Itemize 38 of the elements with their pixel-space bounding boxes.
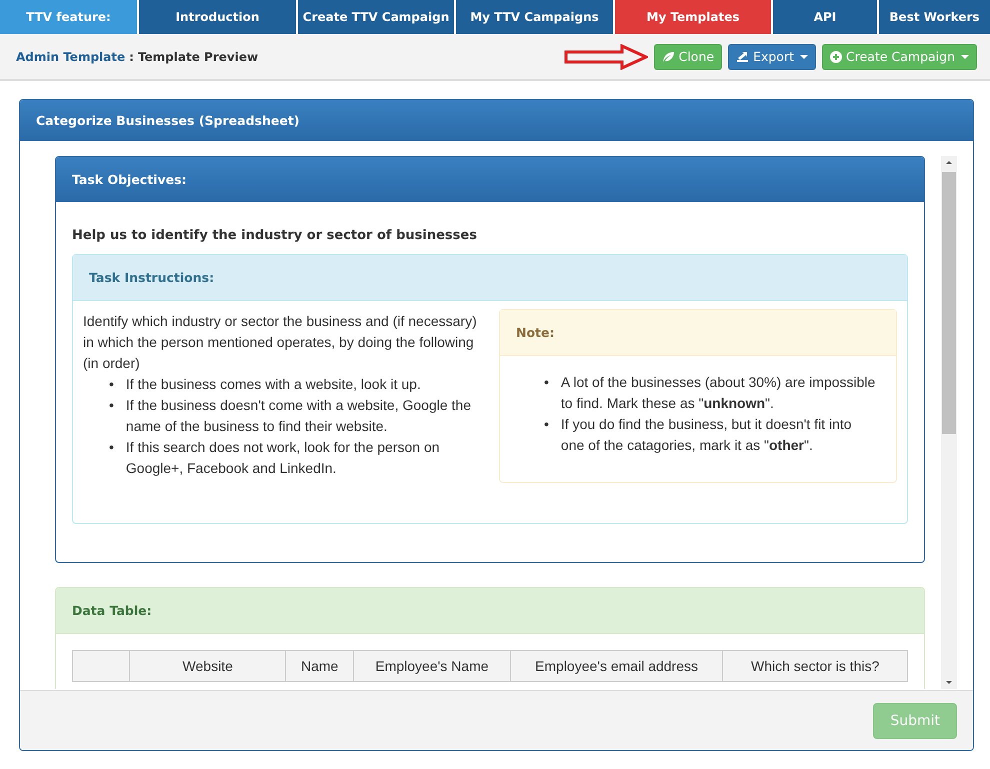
panel-heading: Note: (500, 310, 896, 356)
breadcrumb-link[interactable]: Admin Template (16, 50, 126, 64)
leaf-icon (662, 50, 675, 62)
export-icon (736, 50, 750, 62)
instructions-text: Identify which industry or sector the business and (if necessary) in which the person mentioned operates, by doing the following (in order) (83, 312, 478, 373)
instruction-step: If the business doesn't come with a website, Google the name of the business to find their website. (126, 395, 483, 437)
column-header: Website (130, 650, 286, 682)
nav-tab[interactable]: My Templates (615, 0, 771, 34)
panel-heading: Data Table: (56, 588, 924, 634)
bullet: • (544, 373, 549, 392)
scrollbar[interactable] (941, 156, 957, 689)
panel-title: Categorize Businesses (Spreadsheet) (20, 100, 973, 141)
column-header: Name (286, 650, 354, 682)
column-header (72, 650, 130, 682)
bullet: • (109, 438, 114, 457)
panel-heading: Task Objectives: (56, 157, 924, 202)
panel-heading: Task Instructions: (73, 255, 907, 301)
column-header: Which sector is this? (722, 650, 908, 682)
plus-circle-icon (830, 50, 842, 62)
nav-tab[interactable]: Create TTV Campaign (298, 0, 454, 34)
note-item: A lot of the businesses (about 30%) are impossible to find. Mark these as "unknown". (560, 373, 876, 413)
column-header: Employee's email address (510, 650, 723, 682)
breadcrumb-separator: : (129, 50, 134, 64)
nav-tab[interactable]: My TTV Campaigns (456, 0, 613, 34)
nav-tab[interactable]: Best Workers (879, 0, 990, 34)
bullet: • (544, 415, 549, 434)
objective-summary: Help us to identify the industry or sector of businesses (72, 228, 478, 243)
bullet: • (109, 396, 114, 415)
nav-label: TTV feature: (0, 0, 137, 34)
column-header: Employee's Name (354, 650, 510, 682)
export-button[interactable]: Export (728, 44, 816, 70)
instruction-step: If the business comes with a website, look it up. (126, 374, 421, 395)
breadcrumb-current: Template Preview (138, 50, 258, 64)
nav-tab[interactable]: Introduction (139, 0, 296, 34)
note-item: If you do find the business, but it doesn't fit into one of the catagories, mark it as "other". (560, 415, 853, 455)
nav-tab[interactable]: API (773, 0, 877, 34)
bullet: • (109, 375, 114, 394)
instruction-step: If this search does not work, look for the person on Google+, Facebook and LinkedIn. (126, 437, 483, 479)
